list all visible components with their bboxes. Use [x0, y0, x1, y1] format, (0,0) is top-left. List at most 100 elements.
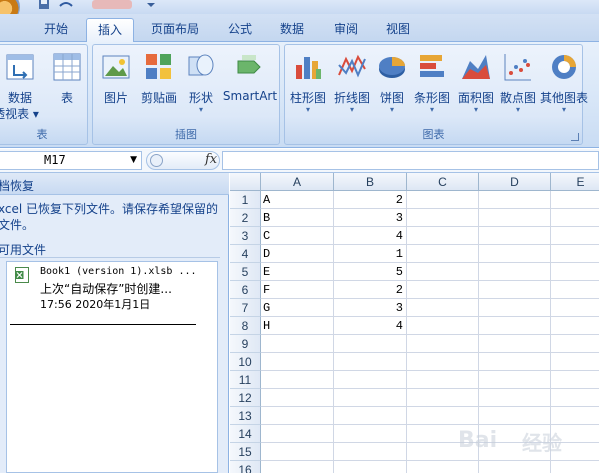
name-box[interactable]: M17 ▼ — [0, 151, 142, 170]
cell[interactable] — [261, 371, 334, 389]
cell[interactable] — [479, 191, 551, 209]
cell[interactable]: 2 — [334, 281, 407, 299]
cell[interactable] — [334, 353, 407, 371]
area-chart-button[interactable]: 面积图 ▾ — [455, 49, 497, 121]
tab-insert[interactable]: 插入 — [86, 18, 134, 43]
cell[interactable] — [551, 335, 599, 353]
cell[interactable]: F — [261, 281, 334, 299]
cell[interactable]: 3 — [334, 299, 407, 317]
clip-art-button[interactable]: 剪贴画 — [137, 49, 181, 121]
cell[interactable]: C — [261, 227, 334, 245]
row-header[interactable]: 4 — [230, 245, 261, 263]
row-header[interactable]: 13 — [230, 407, 261, 425]
redo-icon[interactable] — [92, 0, 132, 10]
cell[interactable] — [479, 299, 551, 317]
pivot-table-button[interactable]: 数据 透视表 ▾ — [0, 49, 43, 121]
tab-page-layout[interactable]: 页面布局 — [140, 18, 210, 42]
row-header[interactable]: 3 — [230, 227, 261, 245]
tab-view[interactable]: 视图 — [376, 18, 420, 42]
cell[interactable] — [407, 281, 479, 299]
cell[interactable] — [334, 371, 407, 389]
row-header[interactable]: 2 — [230, 209, 261, 227]
cell[interactable] — [334, 461, 407, 473]
cell[interactable] — [551, 245, 599, 263]
tab-data[interactable]: 数据 — [270, 18, 314, 42]
pie-chart-button[interactable]: 饼图 ▾ — [375, 49, 409, 121]
cell[interactable] — [551, 407, 599, 425]
cell[interactable] — [261, 443, 334, 461]
cell[interactable]: 4 — [334, 227, 407, 245]
cell[interactable] — [551, 209, 599, 227]
cell[interactable] — [479, 209, 551, 227]
cell[interactable] — [551, 227, 599, 245]
cell[interactable] — [551, 317, 599, 335]
name-box-dropdown-icon[interactable]: ▼ — [130, 155, 137, 165]
select-all-corner[interactable] — [230, 173, 261, 191]
charts-dialog-launcher-icon[interactable] — [571, 133, 579, 141]
row-header[interactable]: 11 — [230, 371, 261, 389]
cell[interactable] — [479, 371, 551, 389]
cell[interactable]: 2 — [334, 191, 407, 209]
row-header[interactable]: 6 — [230, 281, 261, 299]
cell[interactable] — [479, 281, 551, 299]
cell[interactable] — [407, 335, 479, 353]
cell[interactable] — [261, 407, 334, 425]
smartart-button[interactable]: SmartArt — [221, 49, 279, 121]
cell[interactable]: A — [261, 191, 334, 209]
row-header[interactable]: 9 — [230, 335, 261, 353]
cell[interactable]: E — [261, 263, 334, 281]
cell[interactable] — [551, 281, 599, 299]
cell[interactable]: G — [261, 299, 334, 317]
expand-handle-icon[interactable] — [150, 154, 163, 167]
cell[interactable] — [261, 353, 334, 371]
cell[interactable]: 5 — [334, 263, 407, 281]
tab-home[interactable]: 开始 — [34, 18, 78, 42]
cell[interactable] — [551, 371, 599, 389]
bar-chart-button[interactable]: 条形图 ▾ — [411, 49, 453, 121]
cell[interactable] — [551, 353, 599, 371]
cell[interactable] — [551, 263, 599, 281]
cell[interactable] — [261, 425, 334, 443]
insert-function-button[interactable]: fx — [205, 152, 217, 167]
other-charts-button[interactable]: 其他图表 ▾ — [539, 49, 589, 121]
row-header[interactable]: 1 — [230, 191, 261, 209]
shapes-button[interactable]: 形状 ▾ — [183, 49, 219, 121]
cell[interactable] — [334, 407, 407, 425]
cell[interactable] — [407, 371, 479, 389]
cell[interactable] — [407, 299, 479, 317]
cell[interactable] — [551, 191, 599, 209]
table-button[interactable]: 表 — [47, 49, 87, 121]
cell[interactable] — [407, 227, 479, 245]
cell[interactable]: B — [261, 209, 334, 227]
picture-button[interactable]: 图片 — [97, 49, 135, 121]
cell[interactable] — [407, 191, 479, 209]
cell[interactable]: 3 — [334, 209, 407, 227]
row-header[interactable]: 5 — [230, 263, 261, 281]
row-header[interactable]: 12 — [230, 389, 261, 407]
cell[interactable]: H — [261, 317, 334, 335]
cell[interactable] — [334, 443, 407, 461]
cell[interactable] — [479, 263, 551, 281]
column-header-e[interactable]: E — [551, 173, 599, 191]
cell[interactable] — [334, 389, 407, 407]
scatter-chart-button[interactable]: 散点图 ▾ — [497, 49, 539, 121]
cell[interactable] — [407, 209, 479, 227]
cell[interactable] — [479, 227, 551, 245]
column-header-d[interactable]: D — [479, 173, 551, 191]
cell[interactable] — [551, 389, 599, 407]
save-icon[interactable] — [38, 0, 50, 10]
cell[interactable] — [334, 335, 407, 353]
row-header[interactable]: 14 — [230, 425, 261, 443]
cell[interactable] — [407, 353, 479, 371]
undo-icon[interactable] — [58, 0, 74, 10]
cell[interactable] — [479, 335, 551, 353]
cell[interactable] — [407, 407, 479, 425]
cell[interactable] — [261, 335, 334, 353]
cell[interactable] — [407, 245, 479, 263]
cell[interactable] — [407, 389, 479, 407]
cell[interactable] — [551, 299, 599, 317]
column-chart-button[interactable]: 柱形图 ▾ — [287, 49, 329, 121]
tab-review[interactable]: 审阅 — [324, 18, 368, 42]
customize-toolbar-icon[interactable] — [146, 0, 156, 10]
cell[interactable]: 4 — [334, 317, 407, 335]
